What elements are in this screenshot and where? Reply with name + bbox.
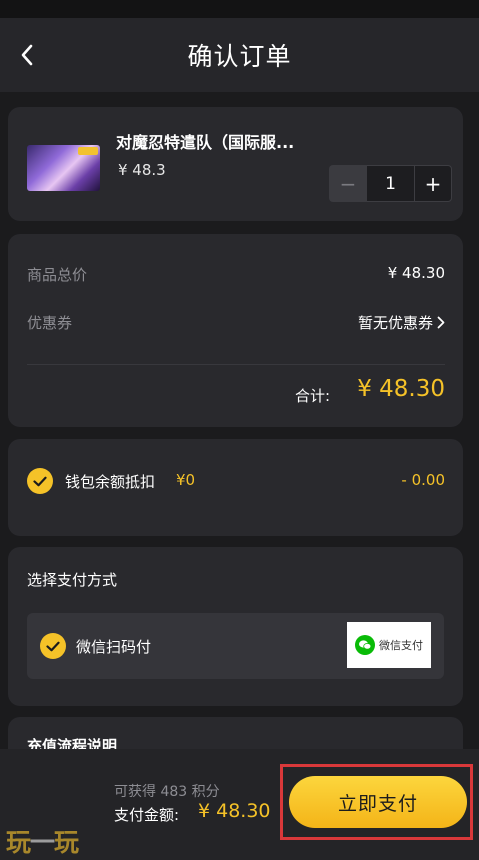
- payment-method-card: 选择支付方式 微信扫码付 微信支付: [8, 547, 463, 706]
- pay-amount-label: 支付金额:: [114, 806, 180, 824]
- quantity-value[interactable]: 1: [367, 165, 414, 202]
- quantity-stepper: − 1 +: [329, 165, 452, 202]
- watermark-logo: 玩一玩: [6, 828, 79, 857]
- thumbnail-badge: [78, 147, 98, 155]
- subtotal-label: 商品总价: [27, 266, 88, 284]
- product-name: 对魔忍特遣队（国际服...: [116, 133, 295, 152]
- coupon-value: 暂无优惠券: [357, 314, 433, 332]
- checkmark-icon: [46, 641, 60, 651]
- chevron-right-icon: [437, 316, 445, 329]
- wallet-deduction: - 0.00: [401, 471, 445, 489]
- product-thumbnail[interactable]: [27, 145, 100, 191]
- product-price: ¥ 48.3: [118, 161, 166, 179]
- checkmark-icon: [33, 476, 47, 486]
- status-bar: [0, 0, 479, 18]
- payment-method-title: 选择支付方式: [27, 571, 118, 589]
- coupon-selector[interactable]: 暂无优惠券: [358, 312, 445, 333]
- increase-quantity-button[interactable]: +: [414, 165, 452, 202]
- page-title: 确认订单: [187, 42, 292, 71]
- chevron-left-icon: [21, 44, 33, 66]
- wechat-pay-logo-text: 微信支付: [379, 639, 423, 652]
- checkout-footer: 可获得 483 积分 支付金额: ¥ 48.30 立即支付 玩一玩: [0, 749, 479, 860]
- back-button[interactable]: [12, 40, 42, 70]
- points-text: 可获得 483 积分: [114, 784, 220, 800]
- wechat-pay-logo: 微信支付: [347, 622, 431, 668]
- wallet-card: 钱包余额抵扣 ¥0 - 0.00: [8, 439, 463, 536]
- pay-now-button[interactable]: 立即支付: [289, 776, 467, 828]
- total-value: ¥ 48.30: [357, 376, 445, 402]
- divider: [27, 364, 445, 365]
- product-card: 对魔忍特遣队（国际服... ¥ 48.3 − 1 +: [8, 107, 463, 221]
- payment-checkbox[interactable]: [40, 633, 66, 659]
- header: 确认订单: [0, 18, 479, 92]
- subtotal-value: ¥ 48.30: [387, 264, 445, 282]
- wechat-icon: [355, 635, 375, 655]
- pay-amount-value: ¥ 48.30: [198, 800, 271, 822]
- wallet-balance: ¥0: [176, 471, 196, 489]
- wechat-pay-option[interactable]: 微信扫码付 微信支付: [27, 613, 444, 679]
- wallet-checkbox[interactable]: [27, 468, 53, 494]
- price-summary-card: 商品总价 ¥ 48.30 优惠券 暂无优惠券 合计: ¥ 48.30: [8, 234, 463, 427]
- total-label: 合计:: [295, 387, 331, 405]
- decrease-quantity-button[interactable]: −: [329, 165, 367, 202]
- coupon-label: 优惠券: [27, 314, 73, 332]
- wallet-label: 钱包余额抵扣: [65, 473, 156, 491]
- payment-option-label: 微信扫码付: [76, 638, 152, 656]
